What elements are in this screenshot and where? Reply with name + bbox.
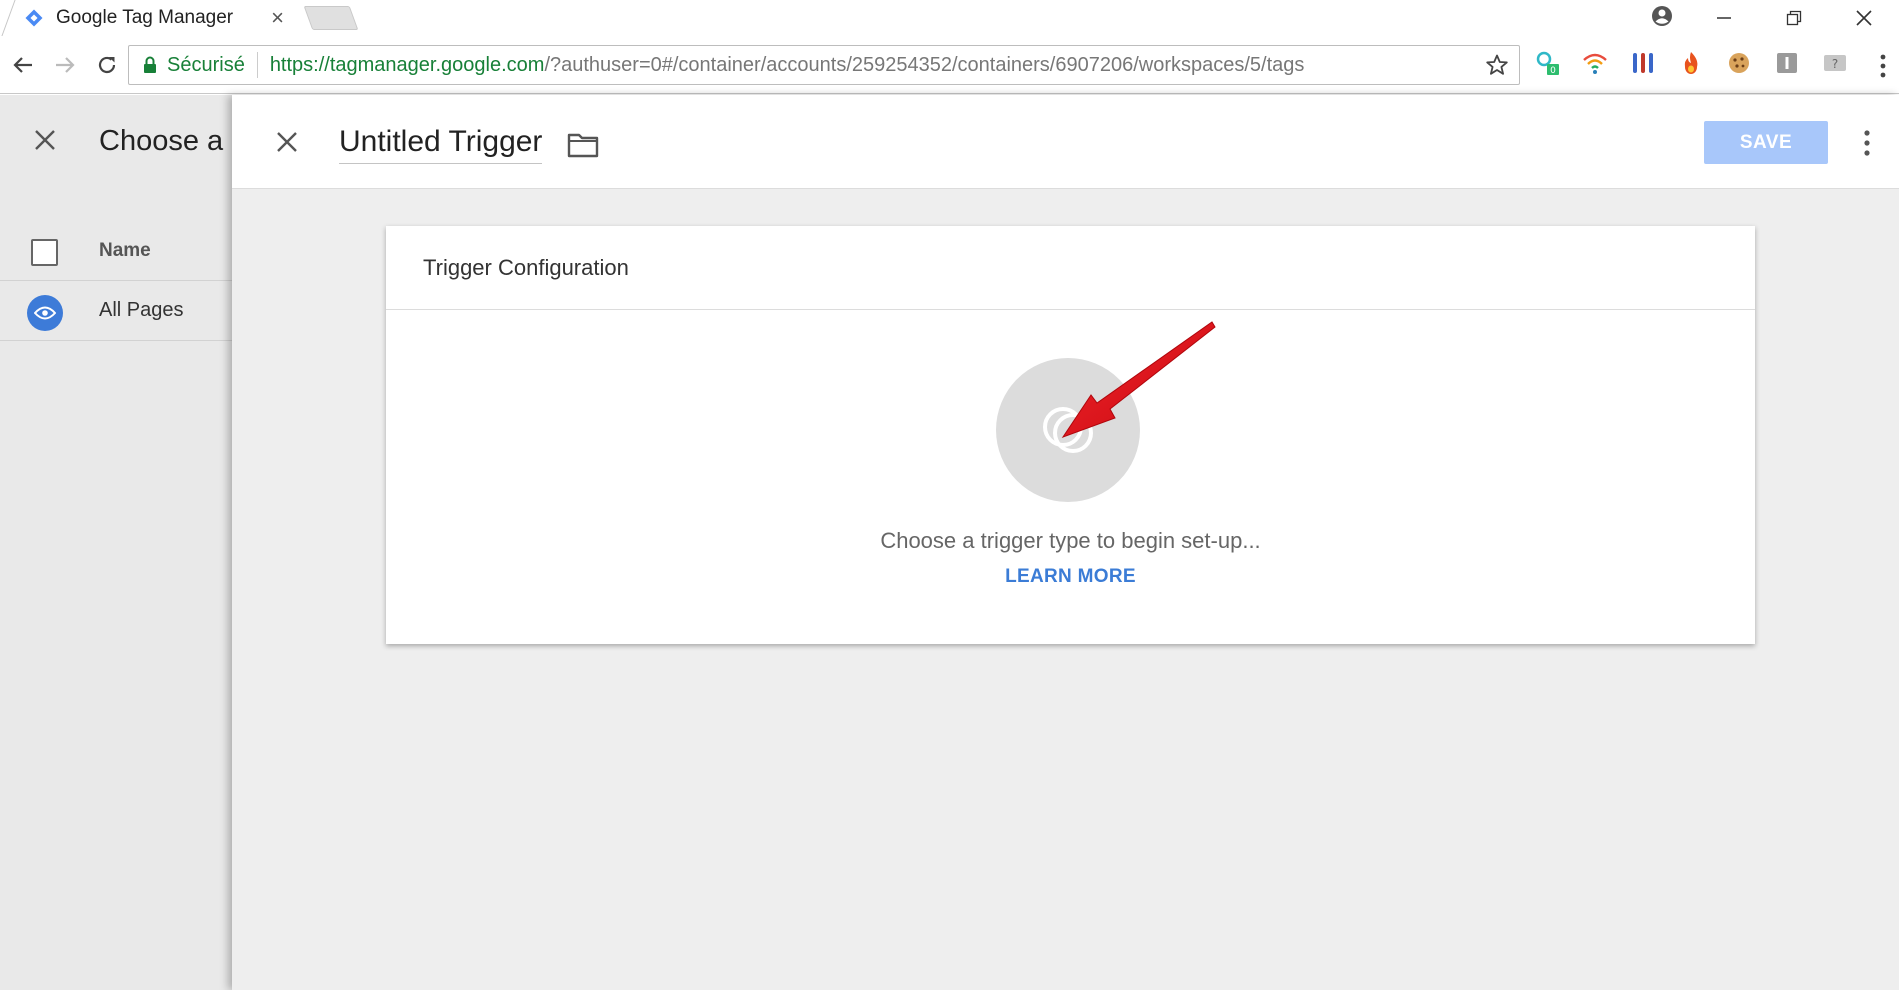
column-header-name[interactable]: Name <box>99 240 151 262</box>
url-path: /?authuser=0#/container/accounts/2592543… <box>544 53 1305 76</box>
pageview-trigger-icon <box>27 295 63 331</box>
forward-button[interactable] <box>44 44 86 86</box>
bookmark-star-icon[interactable] <box>1485 53 1509 77</box>
url-text[interactable]: https://tagmanager.google.com/?authuser=… <box>270 54 1305 77</box>
page-content: Choose a Name All Pages Untitled Trigger… <box>0 95 1899 990</box>
more-options-icon[interactable] <box>1862 129 1872 157</box>
restore-icon <box>1786 10 1802 26</box>
forward-arrow-icon <box>56 56 75 73</box>
empty-state-message: Choose a trigger type to begin set-up... <box>880 528 1261 553</box>
new-tab-button[interactable] <box>303 6 359 30</box>
address-bar[interactable]: Sécurisé https://tagmanager.google.com/?… <box>128 45 1520 85</box>
choose-trigger-type-button[interactable] <box>996 358 1140 502</box>
tab-strip: Google Tag Manager × <box>0 0 1899 36</box>
profile-icon[interactable] <box>1650 4 1674 28</box>
trigger-editor: Untitled Trigger SAVE Trigger Configurat… <box>232 95 1899 990</box>
extension-badge: 0 <box>1550 66 1556 76</box>
cookie-extension-icon[interactable] <box>1724 48 1754 78</box>
trigger-row-all-pages[interactable]: All Pages <box>0 281 232 341</box>
panel-title: Choose a <box>99 125 224 157</box>
close-icon[interactable] <box>30 125 60 155</box>
secure-label: Sécurisé <box>167 53 245 76</box>
select-all-checkbox[interactable] <box>31 239 58 266</box>
svg-text:?: ? <box>1832 57 1838 71</box>
search-extension-icon[interactable]: 0 <box>1532 48 1562 78</box>
table-header-row: Name <box>0 221 232 281</box>
close-icon <box>1856 10 1872 26</box>
back-arrow-icon <box>13 56 32 73</box>
close-icon[interactable] <box>272 127 302 157</box>
browser-menu-icon[interactable] <box>1873 52 1893 80</box>
wifi-extension-icon[interactable] <box>1580 48 1610 78</box>
trigger-editor-header: Untitled Trigger SAVE <box>232 95 1899 189</box>
help-extension-icon[interactable]: ? <box>1820 48 1850 78</box>
tab-close-icon[interactable]: × <box>271 6 284 30</box>
card-title: Trigger Configuration <box>423 254 629 280</box>
tab-title: Google Tag Manager <box>56 7 234 28</box>
back-button[interactable] <box>2 44 44 86</box>
minimize-button[interactable] <box>1689 0 1759 36</box>
fire-extension-icon[interactable] <box>1676 48 1706 78</box>
restore-button[interactable] <box>1759 0 1829 36</box>
pause-extension-icon[interactable] <box>1772 48 1802 78</box>
browser-toolbar: Sécurisé https://tagmanager.google.com/?… <box>0 36 1899 94</box>
trigger-type-icon <box>1043 407 1093 453</box>
folder-icon[interactable] <box>567 131 599 159</box>
tubes-extension-icon[interactable] <box>1628 48 1658 78</box>
minimize-icon <box>1717 17 1731 19</box>
card-body: Choose a trigger type to begin set-up...… <box>386 310 1755 644</box>
choose-trigger-panel: Choose a Name All Pages <box>0 95 232 990</box>
browser-tab[interactable]: Google Tag Manager × <box>8 0 298 36</box>
choose-trigger-header: Choose a <box>0 95 232 187</box>
tag-manager-icon <box>25 9 43 27</box>
save-button[interactable]: SAVE <box>1704 121 1828 164</box>
trigger-name-field[interactable]: Untitled Trigger <box>339 125 543 164</box>
lock-icon <box>144 56 156 73</box>
reload-button[interactable] <box>86 44 128 86</box>
omnibox-divider <box>256 52 258 78</box>
card-header: Trigger Configuration <box>386 226 1755 310</box>
extensions-bar: 0 ? <box>1532 48 1850 78</box>
trigger-configuration-card[interactable]: Trigger Configuration Choose a trigger t… <box>386 226 1755 644</box>
reload-icon <box>98 56 116 73</box>
close-window-button[interactable] <box>1829 0 1899 36</box>
learn-more-link[interactable]: LEARN MORE <box>386 566 1755 588</box>
url-host: https://tagmanager.google.com <box>269 53 545 76</box>
trigger-name: All Pages <box>99 299 184 321</box>
